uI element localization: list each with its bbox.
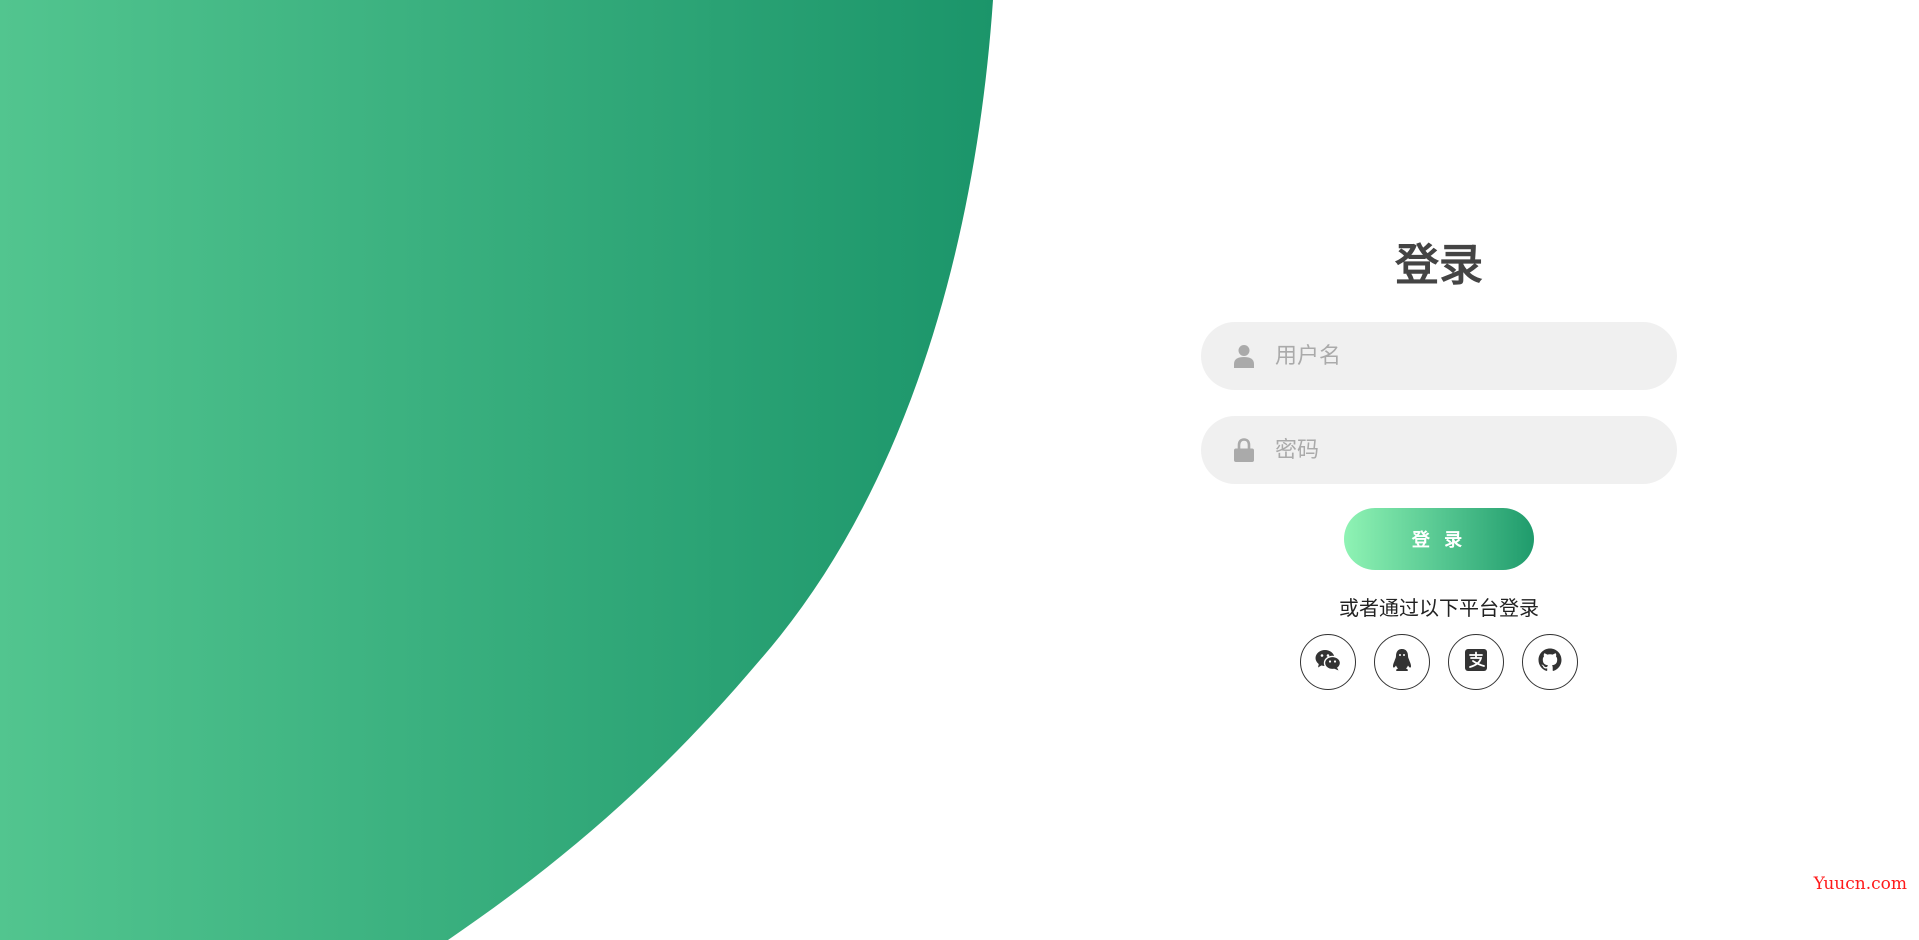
password-input[interactable] — [1273, 436, 1637, 464]
github-icon — [1538, 648, 1562, 676]
lock-icon — [1233, 437, 1255, 463]
login-button[interactable]: 登 录 — [1344, 508, 1534, 570]
wechat-icon — [1315, 649, 1342, 675]
social-login-buttons — [1300, 634, 1578, 690]
watermark: Yuucn.com — [1813, 874, 1907, 894]
alipay-icon — [1465, 649, 1487, 675]
qq-icon — [1391, 648, 1413, 676]
social-login-text: 或者通过以下平台登录 — [1339, 596, 1539, 620]
username-field[interactable] — [1201, 322, 1677, 390]
qq-login-button[interactable] — [1374, 634, 1430, 690]
alipay-login-button[interactable] — [1448, 634, 1504, 690]
user-icon — [1233, 343, 1255, 369]
login-page: 登录 登 录 或者通过以下平台登录 — [0, 0, 1919, 940]
login-title: 登录 — [1395, 239, 1483, 291]
username-input[interactable] — [1273, 342, 1637, 370]
login-form: 登录 登 录 或者通过以下平台登录 — [1200, 236, 1678, 690]
github-login-button[interactable] — [1522, 634, 1578, 690]
password-field[interactable] — [1201, 416, 1677, 484]
wechat-login-button[interactable] — [1300, 634, 1356, 690]
